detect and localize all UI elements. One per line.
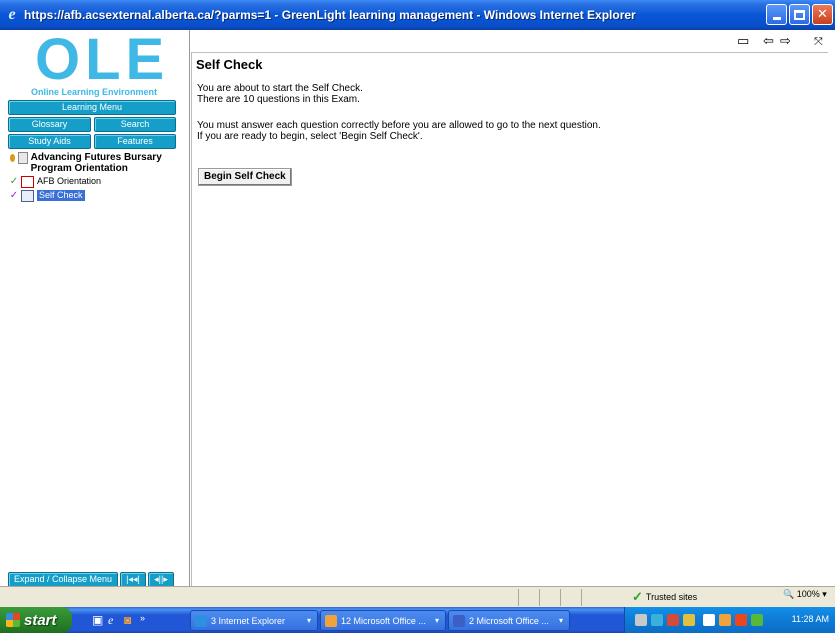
forward-arrow-icon[interactable]: ⇨ (780, 35, 791, 48)
start-button[interactable]: start (0, 607, 72, 633)
task-microsoft-office-1[interactable]: 12 Microsoft Office ... ▾ (320, 610, 446, 631)
quiz-icon (21, 190, 34, 202)
expand-collapse-button[interactable]: Expand / Collapse Menu (8, 572, 118, 587)
status-divider (581, 588, 582, 606)
maximize-icon (794, 9, 805, 20)
instructions-text: You must answer each question correctly … (197, 120, 601, 131)
content-toolbar: ▭ ⇦ ⇨ ⤧ (190, 30, 835, 52)
chevron-down-icon: ▾ (822, 589, 827, 599)
status-bar: ✓ Trusted sites 🔍 100% ▾ (0, 586, 835, 607)
internet-explorer-icon[interactable]: e (108, 613, 113, 628)
chevron-down-icon: ▾ (306, 616, 311, 625)
start-label: start (24, 611, 57, 629)
taskbar-clock[interactable]: 11:28 AM (792, 614, 829, 624)
tree-item-afb-orientation[interactable]: ✓ AFB Orientation (8, 176, 184, 188)
minimize-icon (772, 17, 781, 20)
chevron-down-icon: ▾ (558, 616, 563, 625)
window-title: https://afb.acsexternal.alberta.ca/?parm… (24, 8, 636, 22)
task-label: 2 Microsoft Office ... (469, 615, 549, 626)
close-button[interactable]: ✕ (812, 4, 833, 25)
expand-bar: Expand / Collapse Menu |◂◂| ◂||▸ (8, 572, 174, 587)
checkmark-icon: ✓ (9, 176, 19, 187)
tray-security-icon[interactable] (667, 614, 679, 626)
window-controls: ✕ (766, 4, 833, 25)
trusted-check-icon: ✓ (632, 589, 643, 604)
intro-text: You are about to start the Self Check. (197, 83, 363, 94)
outlook-icon (325, 614, 337, 627)
chevron-down-icon: ▾ (434, 616, 439, 625)
course-icon (18, 152, 28, 164)
tray-outlook-icon[interactable] (719, 614, 731, 626)
system-tray: 11:28 AM (624, 607, 835, 633)
course-tree: Advancing Futures Bursary Program Orient… (8, 152, 184, 204)
ole-logo: OLE (35, 27, 170, 92)
pdf-icon (21, 176, 34, 188)
back-arrow-icon[interactable]: ⇦ (763, 35, 774, 48)
features-button[interactable]: Features (94, 134, 176, 149)
window-titlebar[interactable]: e https://afb.acsexternal.alberta.ca/?pa… (0, 0, 835, 30)
window-icon[interactable]: ▭ (737, 35, 749, 48)
begin-hint-text: If you are ready to begin, select 'Begin… (197, 131, 423, 142)
tree-item-self-check[interactable]: ✓ Self Check (8, 190, 184, 202)
zoom-control[interactable]: 🔍 100% ▾ (783, 589, 827, 600)
security-zone-label: Trusted sites (645, 592, 698, 602)
zoom-level: 100% (796, 589, 820, 599)
sidebar: OLE Online Learning Environment Learning… (0, 27, 190, 587)
task-label: 12 Microsoft Office ... (341, 615, 426, 626)
internet-explorer-icon: e (8, 6, 16, 23)
close-icon: ✕ (817, 7, 828, 22)
logo-subtitle: Online Learning Environment (30, 87, 157, 97)
security-zone[interactable]: ✓ Trusted sites (632, 589, 697, 605)
show-desktop-icon[interactable]: ▣ (92, 613, 103, 627)
tray-network-icon[interactable] (651, 614, 663, 626)
tray-office-icon[interactable] (735, 614, 747, 626)
tray-volume-icon[interactable] (703, 614, 715, 626)
previous-button[interactable]: |◂◂| (120, 572, 146, 587)
minimize-button[interactable] (766, 4, 787, 25)
bullet-icon (10, 154, 16, 162)
checkmark-icon: ✓ (9, 190, 19, 201)
task-label: 3 Internet Explorer (211, 615, 286, 626)
windows-flag-icon (6, 613, 20, 627)
next-button[interactable]: ◂||▸ (148, 572, 174, 587)
status-divider (518, 588, 519, 606)
exit-icon[interactable]: ⤧ (814, 35, 823, 48)
learning-menu-button[interactable]: Learning Menu (8, 100, 176, 115)
status-divider (560, 588, 561, 606)
tree-item-course[interactable]: Advancing Futures Bursary Program Orient… (8, 152, 184, 174)
task-microsoft-office-2[interactable]: 2 Microsoft Office ... ▾ (448, 610, 570, 631)
internet-explorer-icon (195, 614, 207, 627)
tree-item-label: AFB Orientation (37, 176, 102, 186)
tray-update-icon[interactable] (683, 614, 695, 626)
tree-item-label: Advancing Futures Bursary Program Orient… (30, 152, 162, 174)
zoom-icon: 🔍 (783, 589, 795, 599)
study-aids-button[interactable]: Study Aids (8, 134, 91, 149)
maximize-button[interactable] (789, 4, 810, 25)
begin-self-check-button[interactable]: Begin Self Check (198, 168, 292, 186)
task-internet-explorer[interactable]: 3 Internet Explorer ▾ (190, 610, 318, 631)
page-title: Self Check (196, 57, 263, 72)
glossary-button[interactable]: Glossary (8, 117, 91, 132)
tray-pen-icon[interactable] (635, 614, 647, 626)
search-button[interactable]: Search (94, 117, 176, 132)
status-divider (539, 588, 540, 606)
tray-app-icon[interactable] (751, 614, 763, 626)
content-panel: Self Check You are about to start the Se… (191, 52, 828, 586)
tree-item-label: Self Check (37, 190, 85, 201)
question-count-text: There are 10 questions in this Exam. (197, 94, 360, 105)
quick-launch-more-icon[interactable]: » (140, 613, 145, 623)
outlook-icon[interactable]: ◙ (124, 613, 131, 627)
taskbar: start ▣ e ◙ » 3 Internet Explorer ▾ 12 M… (0, 607, 835, 633)
word-icon (453, 614, 465, 627)
